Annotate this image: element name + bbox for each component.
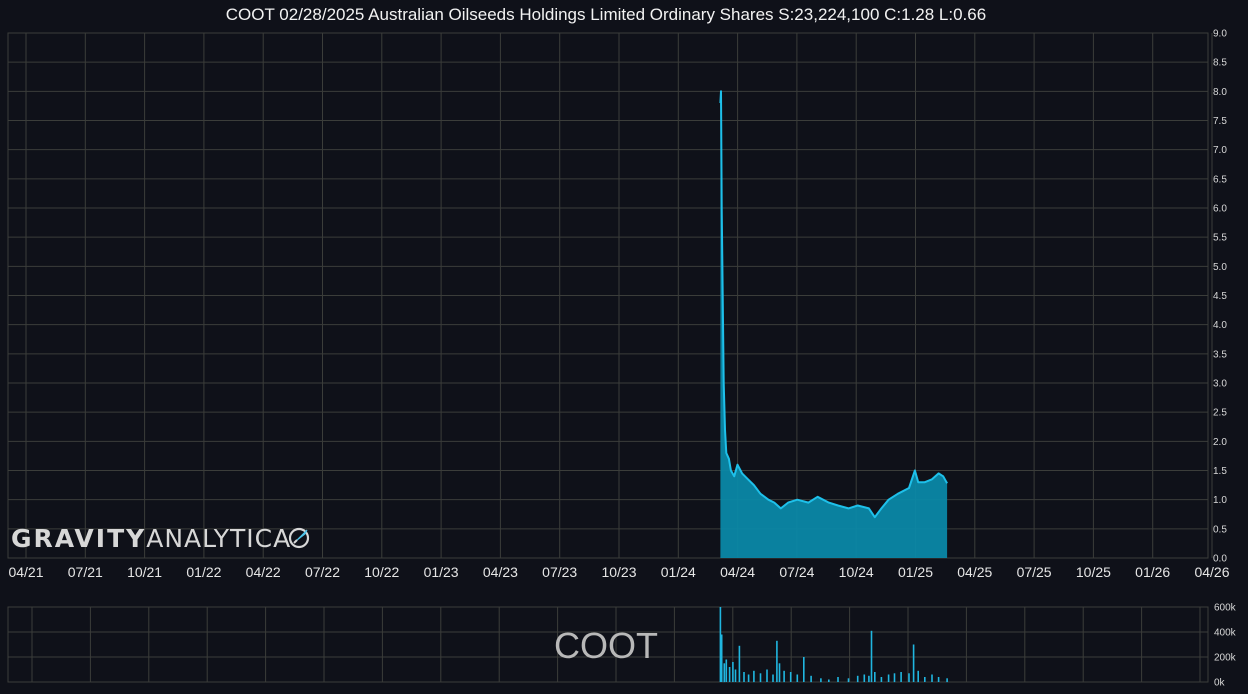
volume-ticker-label: COOT	[554, 625, 658, 666]
x-tick-label: 04/21	[8, 564, 43, 580]
x-tick-label: 04/22	[246, 564, 281, 580]
y-tick-label: 8.5	[1213, 58, 1227, 69]
volume-bar	[937, 677, 940, 682]
volume-bar	[783, 670, 785, 683]
volume-y-tick-label: 400k	[1214, 628, 1237, 639]
volume-bar	[732, 662, 734, 682]
x-tick-label: 07/24	[779, 564, 814, 580]
volume-bar	[720, 634, 723, 682]
volume-bar	[747, 674, 750, 682]
volume-bar	[828, 679, 830, 682]
y-tick-label: 2.0	[1213, 437, 1227, 448]
volume-bar	[868, 675, 870, 683]
x-tick-label: 04/23	[483, 564, 518, 580]
svg-text:GRAVITYANALYTICA: GRAVITYANALYTICA	[11, 524, 291, 553]
volume-bar	[789, 672, 792, 682]
volume-bar	[820, 678, 822, 683]
x-tick-label: 10/21	[127, 564, 162, 580]
y-tick-label: 8.0	[1213, 87, 1227, 98]
y-tick-label: 4.0	[1213, 320, 1227, 331]
x-tick-label: 04/25	[957, 564, 992, 580]
y-tick-label: 5.0	[1213, 262, 1227, 273]
x-tick-label: 07/25	[1017, 564, 1052, 580]
x-tick-label: 01/22	[186, 564, 221, 580]
chart-title: COOT 02/28/2025 Australian Oilseeds Hold…	[226, 5, 986, 24]
volume-bar	[734, 669, 737, 682]
volume-bar	[796, 674, 799, 682]
x-tick-label: 01/25	[898, 564, 933, 580]
y-tick-label: 6.5	[1213, 174, 1227, 185]
y-tick-label: 0.5	[1213, 524, 1227, 535]
volume-bar	[946, 678, 948, 683]
volume-bar	[803, 657, 805, 682]
x-tick-label: 04/24	[720, 564, 755, 580]
volume-bar	[847, 678, 850, 683]
x-tick-label: 04/26	[1194, 564, 1229, 580]
price-x-axis: 04/21 07/21 10/21 01/22 04/22 07/22 10/22 01/23…	[8, 564, 1229, 580]
volume-bar	[743, 672, 745, 682]
volume-bar	[778, 663, 781, 683]
x-tick-label: 07/22	[305, 564, 340, 580]
x-tick-label: 01/23	[424, 564, 459, 580]
volume-bar	[753, 670, 755, 683]
volume-y-tick-label: 0k	[1214, 678, 1226, 689]
y-tick-label: 0.0	[1213, 554, 1227, 565]
y-tick-label: 6.0	[1213, 204, 1227, 215]
volume-bar	[887, 674, 890, 682]
x-tick-label: 07/21	[68, 564, 103, 580]
y-tick-label: 7.0	[1213, 145, 1227, 156]
volume-bar	[723, 663, 726, 683]
volume-bar	[924, 677, 926, 682]
y-tick-label: 4.5	[1213, 291, 1227, 302]
volume-bar	[837, 677, 839, 682]
volume-bar	[856, 675, 859, 683]
volume-bar	[772, 674, 774, 682]
volume-bar	[863, 674, 866, 682]
stock-chart: COOT 02/28/2025 Australian Oilseeds Hold…	[0, 0, 1248, 694]
watermark-light: ANALYTICA	[146, 524, 291, 553]
volume-bar	[931, 674, 933, 682]
volume-bar	[912, 644, 915, 682]
volume-bar	[874, 672, 876, 682]
x-tick-label: 07/23	[542, 564, 577, 580]
x-tick-label: 10/23	[601, 564, 636, 580]
x-tick-label: 10/22	[364, 564, 399, 580]
x-tick-label: 01/24	[661, 564, 696, 580]
y-tick-label: 5.5	[1213, 233, 1227, 244]
volume-bar	[810, 675, 812, 683]
y-tick-label: 2.5	[1213, 408, 1227, 419]
y-tick-label: 1.5	[1213, 466, 1227, 477]
y-tick-label: 3.0	[1213, 379, 1227, 390]
y-tick-label: 3.5	[1213, 349, 1227, 360]
y-tick-label: 7.5	[1213, 116, 1227, 127]
volume-bar	[908, 673, 910, 683]
volume-bar	[766, 669, 768, 682]
volume-bar	[893, 673, 896, 683]
volume-bar	[900, 672, 902, 682]
volume-bar	[880, 677, 883, 682]
x-tick-label: 01/26	[1135, 564, 1170, 580]
volume-bar	[870, 630, 873, 683]
volume-bar	[759, 673, 762, 683]
volume-y-tick-label: 600k	[1214, 603, 1237, 614]
x-tick-label: 10/25	[1076, 564, 1111, 580]
x-tick-label: 10/24	[839, 564, 874, 580]
watermark-bold: GRAVITY	[11, 524, 146, 553]
background	[0, 0, 1248, 694]
volume-bar	[917, 670, 919, 683]
volume-bar	[725, 659, 728, 682]
y-tick-label: 9.0	[1213, 29, 1227, 40]
volume-y-tick-label: 200k	[1214, 653, 1237, 664]
volume-bar	[728, 667, 731, 682]
volume-bar	[776, 640, 778, 683]
watermark: GRAVITYANALYTICA	[11, 524, 310, 553]
volume-bar	[738, 645, 741, 683]
y-tick-label: 1.0	[1213, 495, 1227, 506]
